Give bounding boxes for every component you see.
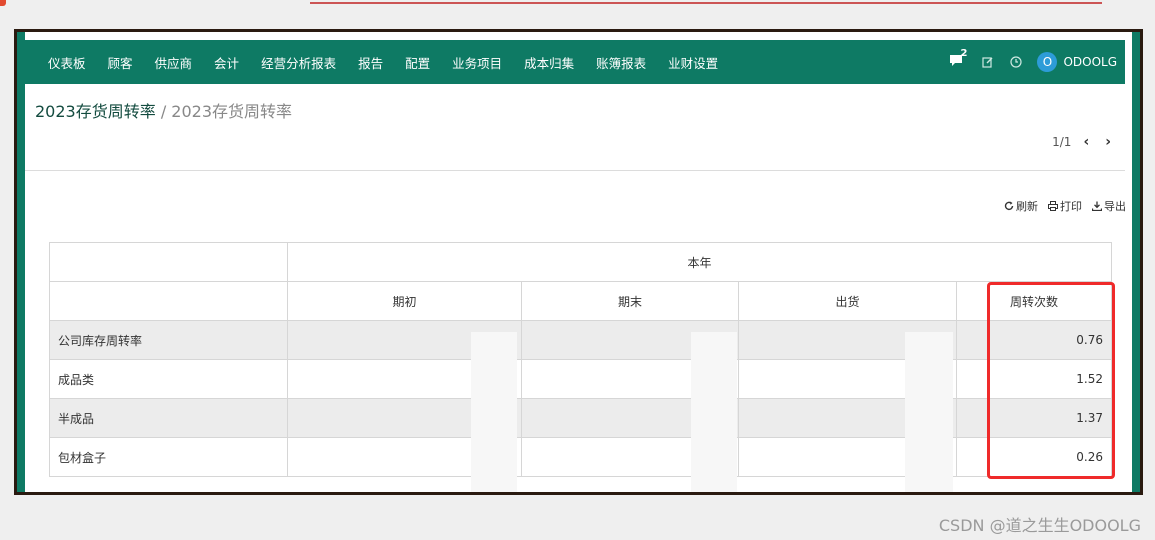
nav-menu: 仪表板 顾客 供应商 会计 经营分析报表 报告 配置 业务项目 成本归集 账簿报… — [37, 40, 729, 84]
breadcrumb-current: 2023存货周转率 — [171, 102, 293, 121]
header-empty-cell — [49, 281, 288, 321]
export-button[interactable]: 导出 — [1092, 198, 1126, 214]
refresh-button[interactable]: 刷新 — [1004, 198, 1038, 214]
refresh-icon — [1004, 201, 1014, 210]
print-button[interactable]: 打印 — [1048, 198, 1082, 214]
redaction-mask — [905, 332, 953, 492]
left-accent-bar — [17, 32, 25, 492]
row-label: 包材盒子 — [49, 437, 288, 477]
top-divider-line — [310, 2, 1102, 4]
redaction-mask — [471, 332, 517, 492]
nav-item-configuration[interactable]: 配置 — [394, 53, 441, 72]
header-current-year: 本年 — [287, 242, 1112, 282]
nav-item-customers[interactable]: 顾客 — [97, 53, 144, 72]
print-label: 打印 — [1060, 200, 1082, 213]
nav-item-suppliers[interactable]: 供应商 — [144, 53, 204, 72]
user-name[interactable]: ODOOLG — [1063, 55, 1117, 69]
table-header-row-columns: 期初 期末 出货 周转次数 — [49, 281, 1112, 321]
nav-item-ledger-reports[interactable]: 账簿报表 — [585, 53, 657, 72]
header-closing: 期末 — [521, 281, 739, 321]
row-label: 半成品 — [49, 398, 288, 438]
nav-item-business-projects[interactable]: 业务项目 — [441, 53, 513, 72]
nav-right-systray: 2 O ODOOLG — [949, 40, 1117, 84]
nav-item-business-analysis[interactable]: 经营分析报表 — [250, 53, 347, 72]
refresh-label: 刷新 — [1016, 200, 1038, 213]
pager-previous-button[interactable]: ‹ — [1079, 134, 1093, 150]
row-label: 公司库存周转率 — [49, 320, 288, 360]
breadcrumb-parent-link[interactable]: 2023存货周转率 — [35, 102, 156, 121]
export-label: 导出 — [1104, 200, 1126, 213]
pager-next-button[interactable]: › — [1101, 134, 1115, 150]
breadcrumb-separator: / — [155, 102, 172, 121]
right-accent-bar — [1132, 32, 1140, 492]
print-icon — [1048, 201, 1058, 211]
pager-value[interactable]: 1/1 — [1052, 135, 1071, 149]
pager: 1/1 ‹ › — [1052, 134, 1115, 150]
nav-item-cost-collection[interactable]: 成本归集 — [513, 53, 585, 72]
nav-item-dashboard[interactable]: 仪表板 — [37, 53, 97, 72]
redaction-mask — [691, 332, 737, 492]
edit-icon[interactable] — [981, 55, 995, 69]
corner-marker — [0, 0, 6, 6]
report-toolbar: 刷新 打印 导出 — [1004, 198, 1126, 214]
header-opening: 期初 — [287, 281, 522, 321]
screenshot-frame: 仪表板 顾客 供应商 会计 经营分析报表 报告 配置 业务项目 成本归集 账簿报… — [14, 29, 1143, 495]
nav-item-reports[interactable]: 报告 — [347, 53, 394, 72]
header-shipped: 出货 — [738, 281, 957, 321]
row-label: 成品类 — [49, 359, 288, 399]
user-avatar[interactable]: O — [1037, 52, 1058, 72]
clock-icon[interactable] — [1009, 55, 1023, 69]
nav-item-accounting[interactable]: 会计 — [203, 53, 250, 72]
control-panel: 2023存货周转率 / 2023存货周转率 1/1 ‹ › — [25, 84, 1125, 171]
watermark: CSDN @道之生生ODOOLG — [938, 516, 1141, 535]
chat-count-badge: 2 — [960, 48, 968, 59]
chat-icon[interactable]: 2 — [949, 48, 967, 70]
download-icon — [1092, 201, 1102, 211]
turnover-highlight-box — [987, 282, 1115, 479]
nav-item-finance-settings[interactable]: 业财设置 — [657, 53, 729, 72]
header-empty-cell — [49, 242, 288, 282]
table-header-row-group: 本年 — [49, 242, 1112, 282]
main-navbar: 仪表板 顾客 供应商 会计 经营分析报表 报告 配置 业务项目 成本归集 账簿报… — [25, 40, 1125, 84]
breadcrumb: 2023存货周转率 / 2023存货周转率 — [35, 98, 292, 122]
